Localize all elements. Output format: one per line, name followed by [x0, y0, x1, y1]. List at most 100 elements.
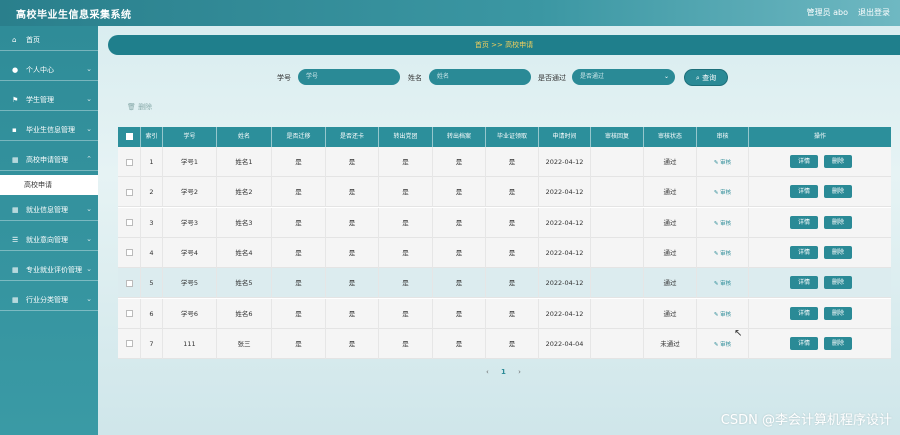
- table-row[interactable]: 5 学号5 姓名5 是是是是是 2022-04-12 通过 ✎ 审核 详情 删除: [118, 268, 891, 299]
- list-icon: ☰: [12, 235, 19, 244]
- sidebar-item-students[interactable]: ⚑ 学生管理 ⌄: [0, 89, 98, 111]
- row-checkbox[interactable]: [125, 249, 133, 257]
- audit-label: 审核: [720, 250, 732, 257]
- table-cell-c4: 是: [433, 147, 486, 177]
- audit-link[interactable]: ✎ 审核: [714, 312, 731, 318]
- sidebar-item-industry[interactable]: ▦ 行业分类管理 ⌄: [0, 289, 98, 311]
- table-cell-c4: 是: [433, 268, 486, 299]
- trash-icon: 🗑: [127, 103, 139, 111]
- table-row[interactable]: 1 学号1 姓名1 是是是是是 2022-04-12 通过 ✎ 审核 详情 删除: [118, 147, 891, 177]
- col-header: 转出党团: [379, 127, 433, 147]
- audit-cell: ✎ 审核: [697, 177, 749, 208]
- audit-link[interactable]: ✎ 审核: [714, 281, 731, 287]
- audit-link[interactable]: ✎ 审核: [714, 190, 731, 196]
- row-checkbox[interactable]: [125, 310, 133, 317]
- audit-link[interactable]: ✎ 审核: [714, 251, 731, 257]
- delete-button[interactable]: 删除: [824, 306, 852, 320]
- table-cell-c3: 是: [379, 298, 433, 329]
- table-cell-c1: 是: [272, 237, 326, 268]
- table-row[interactable]: 4 学号4 姓名4 是是是是是 2022-04-12 通过 ✎ 审核 详情 删除: [118, 237, 891, 268]
- app-title: 高校毕业生信息采集系统: [16, 10, 132, 21]
- logout-link[interactable]: 退出登录: [858, 7, 890, 18]
- delete-button[interactable]: 删除: [824, 215, 852, 229]
- detail-button[interactable]: 详情: [790, 245, 818, 259]
- table-cell-no: 学号6: [163, 298, 217, 329]
- batch-delete-button[interactable]: 🗑 删除: [127, 102, 152, 112]
- table-cell-c5: 是: [486, 237, 539, 268]
- col-header: 学号: [163, 127, 217, 147]
- sidebar-item-label: 专业就业评价管理: [26, 265, 82, 274]
- table-cell-c2: 是: [326, 268, 379, 299]
- sidebar-item-label: 行业分类管理: [26, 295, 68, 304]
- table-row[interactable]: 2 学号2 姓名2 是是是是是 2022-04-12 通过 ✎ 审核 详情 删除: [118, 177, 891, 208]
- chevron-down-icon: ⌄: [86, 295, 92, 303]
- table-cell-c2: 是: [326, 207, 379, 238]
- detail-button[interactable]: 详情: [790, 185, 818, 199]
- table-cell-idx: 5: [141, 268, 163, 299]
- table-cell-date: 2022-04-12: [539, 207, 591, 238]
- grid-icon: ▦: [12, 265, 19, 274]
- col-header: 审核回复: [591, 127, 644, 147]
- chevron-down-icon: ⌄: [86, 235, 92, 243]
- table-cell-no: 学号1: [163, 147, 217, 177]
- select-all-cell[interactable]: [118, 127, 141, 147]
- user-label[interactable]: 管理员 abo: [807, 7, 848, 18]
- table-cell-c3: 是: [379, 147, 433, 177]
- table-cell-status: 通过: [644, 298, 697, 329]
- pass-select[interactable]: 是否通过 ⌄: [572, 69, 675, 85]
- table-cell-c3: 是: [379, 268, 433, 299]
- delete-button[interactable]: 删除: [824, 245, 852, 259]
- table-cell-status: 通过: [644, 147, 697, 177]
- row-checkbox[interactable]: [125, 279, 133, 287]
- delete-button[interactable]: 删除: [824, 276, 852, 290]
- row-checkbox[interactable]: [125, 340, 133, 348]
- sidebar-item-home[interactable]: ⌂ 首页: [0, 29, 98, 51]
- sidebar-item-intentions[interactable]: ☰ 就业意向管理 ⌄: [0, 229, 98, 251]
- table-cell-c5: 是: [486, 298, 539, 329]
- sidebar-item-label: 首页: [26, 35, 40, 44]
- sidebar-subitem-application[interactable]: 高校申请: [0, 175, 98, 195]
- detail-button[interactable]: 详情: [790, 155, 818, 168]
- chevron-down-icon: ⌄: [86, 205, 92, 213]
- detail-button[interactable]: 详情: [790, 306, 818, 320]
- table-row[interactable]: 6 学号6 姓名6 是是是是是 2022-04-12 通过 ✎ 审核 详情 删除: [118, 298, 891, 329]
- mouse-cursor-icon: ↖: [734, 328, 743, 339]
- detail-button[interactable]: 详情: [790, 276, 818, 290]
- audit-link[interactable]: ✎ 审核: [714, 221, 731, 227]
- col-header: 毕业证领取: [486, 127, 539, 147]
- delete-button[interactable]: 删除: [824, 155, 852, 168]
- student-no-input[interactable]: [298, 69, 400, 85]
- audit-link[interactable]: ✎ 审核: [714, 160, 731, 166]
- sidebar-item-applications[interactable]: ▦ 高校申请管理 ⌃: [0, 149, 98, 171]
- sidebar-item-graduates[interactable]: ▪ 毕业生信息管理 ⌄: [0, 119, 98, 141]
- table-row[interactable]: 3 学号3 姓名3 是是是是是 2022-04-12 通过 ✎ 审核 详情 删除: [118, 207, 891, 238]
- home-icon: ⌂: [12, 35, 17, 44]
- row-checkbox[interactable]: [125, 188, 133, 196]
- data-table: 索引 学号 姓名 是否迁移 是否还卡 转出党团 转出档案 毕业证领取 申请时间 …: [118, 127, 891, 359]
- select-all-checkbox[interactable]: [125, 133, 133, 140]
- delete-button[interactable]: 删除: [824, 336, 852, 350]
- query-button[interactable]: ⌕ 查询: [684, 69, 728, 86]
- table-cell-c2: 是: [326, 147, 379, 177]
- detail-button[interactable]: 详情: [790, 336, 818, 350]
- sidebar-item-employment[interactable]: ▦ 就业信息管理 ⌄: [0, 199, 98, 221]
- prev-page-button[interactable]: ‹: [486, 368, 489, 376]
- audit-link[interactable]: ✎ 审核: [714, 342, 731, 348]
- detail-button[interactable]: 详情: [790, 215, 818, 229]
- sidebar-item-evaluation[interactable]: ▦ 专业就业评价管理 ⌄: [0, 259, 98, 281]
- table-cell-reply: [591, 237, 644, 268]
- table-cell-c5: 是: [486, 207, 539, 238]
- table-cell-name: 姓名5: [217, 268, 272, 299]
- page-number-button[interactable]: 1: [501, 368, 506, 376]
- row-checkbox[interactable]: [125, 158, 133, 166]
- top-header: 高校毕业生信息采集系统 管理员 abo 退出登录: [0, 0, 900, 26]
- audit-label: 审核: [720, 220, 732, 227]
- batch-delete-label: 删除: [138, 103, 153, 111]
- table-row[interactable]: 7 111 张三是是是是是 2022-04-04 未通过 ✎ 审核 详情 删除: [118, 328, 891, 359]
- name-input[interactable]: [429, 69, 531, 85]
- delete-button[interactable]: 删除: [824, 185, 852, 199]
- actions-cell: 详情 删除: [749, 147, 891, 177]
- table-cell-reply: [591, 328, 644, 359]
- row-checkbox[interactable]: [125, 219, 133, 227]
- next-page-button[interactable]: ›: [518, 368, 521, 376]
